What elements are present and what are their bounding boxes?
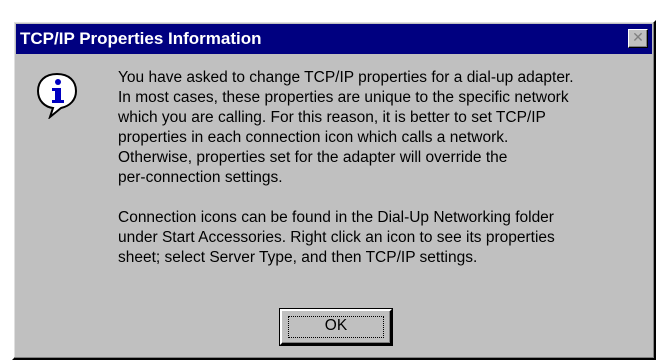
close-button[interactable]: ✕ (628, 29, 648, 48)
ok-button[interactable]: OK (280, 309, 392, 345)
close-icon: ✕ (632, 30, 644, 46)
title-bar[interactable]: TCP/IP Properties Information ✕ (16, 24, 652, 54)
message-line: You have asked to change TCP/IP properti… (118, 69, 574, 86)
dialog-title: TCP/IP Properties Information (20, 29, 262, 48)
message-line: Otherwise, properties set for the adapte… (118, 149, 508, 166)
message-paragraph-1: You have asked to change TCP/IP properti… (118, 68, 638, 188)
tcpip-info-dialog: TCP/IP Properties Information ✕ You have… (12, 20, 656, 360)
message-line: In most cases, these properties are uniq… (118, 89, 569, 106)
message-line: sheet; select Server Type, and then TCP/… (118, 249, 478, 266)
message-line: per-connection settings. (118, 169, 283, 186)
message-paragraph-2: Connection icons can be found in the Dia… (118, 208, 638, 268)
message-line: under Start Accessories. Right click an … (118, 229, 555, 246)
message-text: You have asked to change TCP/IP properti… (118, 68, 638, 268)
message-line: properties in each connection icon which… (118, 129, 509, 146)
message-line: Connection icons can be found in the Dia… (118, 209, 554, 226)
information-icon (36, 72, 78, 119)
ok-button-label: OK (324, 317, 348, 334)
message-line: which you are calling. For this reason, … (118, 109, 546, 126)
